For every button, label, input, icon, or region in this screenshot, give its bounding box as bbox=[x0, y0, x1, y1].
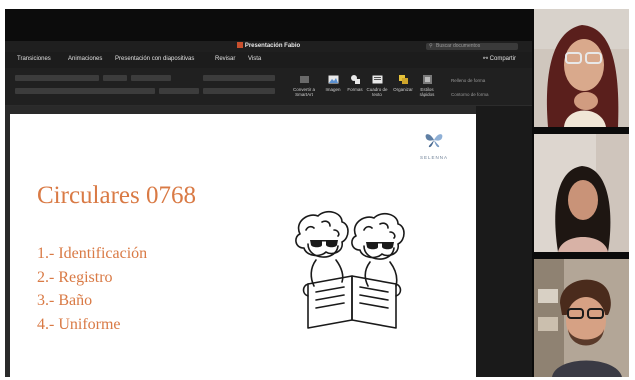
quick-styles-button[interactable]: Estilos rápidos bbox=[415, 74, 439, 97]
search-placeholder: Buscar documentos bbox=[436, 43, 481, 49]
participant-woman-icon bbox=[534, 134, 629, 252]
textbox-label: Cuadro de texto bbox=[366, 87, 388, 97]
slide-list-item-3: 3.- Baño bbox=[37, 292, 93, 309]
convert-smartart-button[interactable]: Convertir a SmartArt bbox=[289, 74, 319, 97]
image-label: Imagen bbox=[325, 87, 341, 92]
slide-list-item-1: 1.- Identificación bbox=[37, 245, 148, 262]
quick-styles-label: Estilos rápidos bbox=[419, 87, 435, 97]
align-buttons[interactable] bbox=[203, 88, 275, 94]
tab-presentacion[interactable]: Presentación con diapositivas bbox=[115, 56, 194, 62]
shapes-icon bbox=[350, 75, 360, 84]
kids-reading-illustration bbox=[295, 210, 405, 329]
arrange-icon bbox=[398, 75, 408, 84]
bullets-buttons[interactable] bbox=[203, 75, 275, 81]
butterfly-icon bbox=[425, 134, 443, 148]
font-size-select[interactable] bbox=[103, 75, 127, 81]
smartart-icon bbox=[299, 76, 309, 83]
arrange-button[interactable]: Organizar bbox=[391, 74, 415, 92]
image-icon bbox=[328, 75, 338, 84]
participant-man-glasses-icon bbox=[534, 259, 629, 377]
powerpoint-window: Presentación Fabio ⚲ Buscar documentos T… bbox=[5, 9, 532, 377]
slide-editor-area: SELENNA Circulares 0768 1.- Identificaci… bbox=[5, 106, 532, 377]
font-color-buttons[interactable] bbox=[159, 88, 199, 94]
tab-revisar[interactable]: Revisar bbox=[215, 56, 235, 62]
window-top-bar bbox=[5, 9, 532, 41]
slide-list-item-2: 2.- Registro bbox=[37, 269, 113, 286]
font-name-select[interactable] bbox=[15, 75, 99, 81]
notes-pane bbox=[476, 106, 532, 377]
font-size-buttons[interactable] bbox=[131, 75, 171, 81]
participant-video-1[interactable] bbox=[534, 9, 629, 127]
text-box-icon bbox=[372, 75, 382, 84]
shape-outline-button[interactable]: Contorno de forma bbox=[451, 92, 489, 97]
tab-animaciones[interactable]: Animaciones bbox=[68, 56, 102, 62]
powerpoint-icon bbox=[236, 42, 243, 48]
format-buttons[interactable] bbox=[15, 88, 155, 94]
screen-frame: Presentación Fabio ⚲ Buscar documentos T… bbox=[5, 9, 629, 377]
tab-vista[interactable]: Vista bbox=[248, 56, 261, 62]
title-bar: Presentación Fabio ⚲ Buscar documentos bbox=[5, 41, 532, 52]
insert-textbox-button[interactable]: Cuadro de texto bbox=[365, 74, 389, 97]
shape-fill-button[interactable]: Relleno de forma bbox=[451, 78, 485, 83]
participant-woman-glasses-icon bbox=[534, 9, 629, 127]
quick-styles-icon bbox=[422, 75, 432, 84]
document-title-text: Presentación Fabio bbox=[244, 43, 301, 49]
search-input[interactable]: ⚲ Buscar documentos bbox=[426, 43, 518, 50]
participant-video-3[interactable] bbox=[534, 259, 629, 377]
tab-transiciones[interactable]: Transiciones bbox=[17, 56, 51, 62]
slide-title: Circulares 0768 bbox=[37, 182, 196, 209]
convert-label: Convertir a SmartArt bbox=[292, 87, 315, 97]
share-button[interactable]: ⚯ Compartir bbox=[479, 54, 520, 65]
slide-list-item-4: 4.- Uniforme bbox=[37, 316, 121, 333]
participant-video-2[interactable] bbox=[534, 134, 629, 252]
share-label: Compartir bbox=[489, 56, 516, 62]
ribbon-toolbar: Convertir a SmartArt Imagen Formas Cuadr… bbox=[5, 68, 532, 106]
insert-shapes-button[interactable]: Formas bbox=[343, 74, 367, 92]
menu-bar: Transiciones Animaciones Presentación co… bbox=[5, 52, 532, 68]
brand-logo: SELENNA bbox=[412, 132, 456, 160]
arrange-label: Organizar bbox=[393, 87, 413, 92]
search-icon: ⚲ bbox=[429, 43, 433, 49]
share-icon: ⚯ bbox=[482, 56, 490, 62]
brand-name: SELENNA bbox=[419, 155, 448, 160]
shapes-label: Formas bbox=[347, 87, 363, 92]
slide-canvas[interactable]: SELENNA Circulares 0768 1.- Identificaci… bbox=[10, 114, 476, 377]
insert-image-button[interactable]: Imagen bbox=[321, 74, 345, 92]
